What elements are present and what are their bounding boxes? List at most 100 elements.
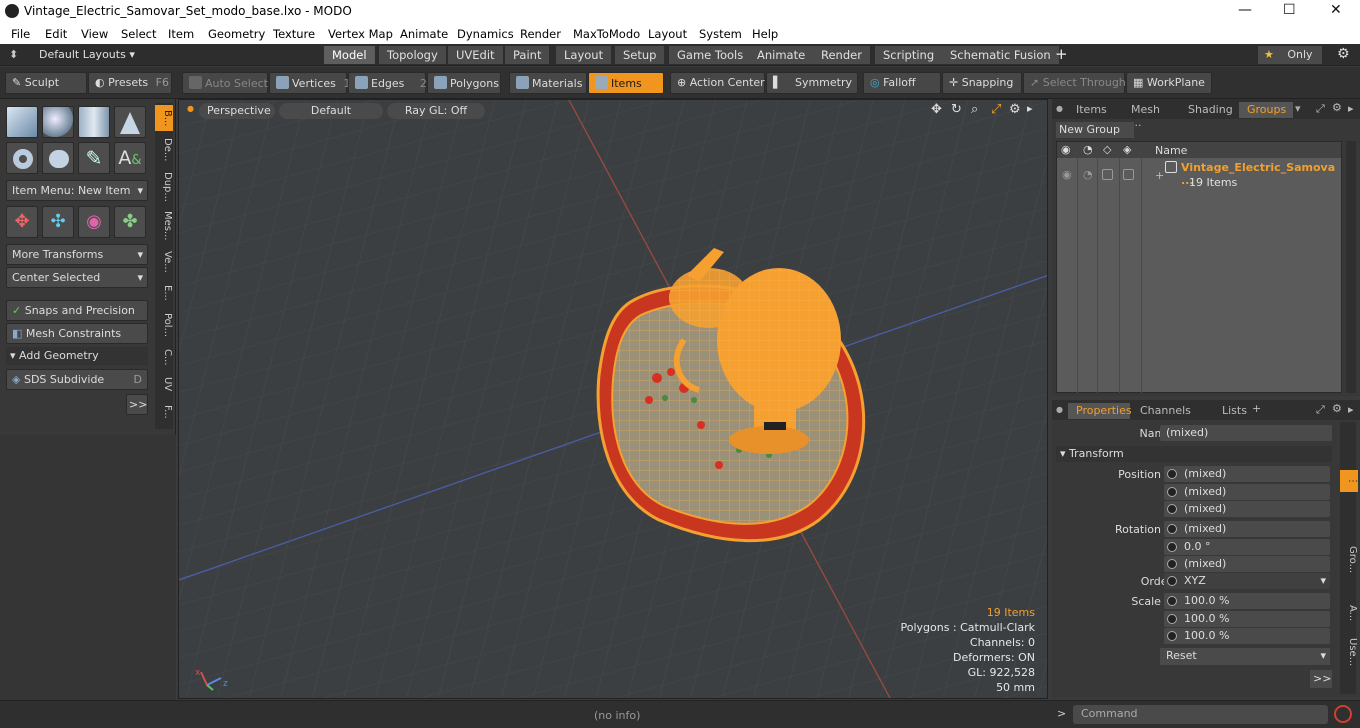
raygl-toggle[interactable]: Ray GL: Off (387, 103, 485, 119)
sds-subdivide-button[interactable]: ◈ SDS Subdivide D (6, 369, 148, 390)
vtab-uv[interactable]: UV (155, 373, 173, 395)
tab-groups[interactable]: Groups (1239, 102, 1293, 118)
transform-section[interactable]: ▾ Transform (1056, 446, 1332, 462)
menu-view[interactable]: View (81, 27, 108, 41)
default-style-dropdown[interactable]: Default (279, 103, 383, 119)
vtab-polygon[interactable]: Pol... (155, 309, 173, 341)
order-dropdown[interactable]: XYZ ▾ (1164, 573, 1330, 589)
rotate-view-icon[interactable]: ↻ (951, 102, 962, 117)
materials-button[interactable]: Materials (509, 72, 587, 94)
more-tools-button[interactable]: >> (126, 394, 148, 415)
command-input[interactable]: Command (1073, 705, 1328, 724)
menu-file[interactable]: File (11, 27, 30, 41)
fit-view-icon[interactable]: ⤢ (991, 102, 1001, 117)
menu-maxtomodo[interactable]: MaxToModo (573, 27, 640, 41)
symmetry-button[interactable]: ▌ Symmetry (766, 72, 858, 94)
tab-uvedit[interactable]: UVEdit (448, 46, 504, 64)
item-menu-dropdown[interactable]: Item Menu: New Item ▾ (6, 180, 148, 201)
render-toggle-icon[interactable]: ◔ (1083, 168, 1093, 181)
cube-tool-icon[interactable] (6, 106, 38, 138)
scale-y-field[interactable]: 100.0 % (1164, 611, 1330, 627)
vertices-button[interactable]: Vertices 1 (269, 72, 350, 94)
menu-layout[interactable]: Layout (648, 27, 687, 41)
presets-button[interactable]: ◐ Presets F6 (88, 72, 172, 94)
default-layouts-dropdown[interactable]: Default Layouts ▾ (39, 48, 135, 61)
rotation-x-field[interactable]: (mixed) (1164, 521, 1330, 537)
scale-z-field[interactable]: 100.0 % (1164, 628, 1330, 644)
menu-help[interactable]: Help (752, 27, 778, 41)
scale-tool-icon[interactable]: ◉ (78, 206, 110, 238)
vtab-duplicate[interactable]: Dup... (155, 169, 173, 205)
select-toggle-icon[interactable] (1123, 169, 1134, 180)
props-menu-dot[interactable]: ● (1056, 405, 1063, 414)
pen-tool-icon[interactable]: ✎ (78, 142, 110, 174)
side-tab-a[interactable]: A... (1340, 600, 1358, 626)
tab-channels[interactable]: Channels (1132, 403, 1191, 419)
tab-model[interactable]: Model (324, 46, 376, 64)
position-z-field[interactable]: (mixed) (1164, 501, 1330, 517)
add-geometry-section[interactable]: ▾ Add Geometry (6, 347, 148, 365)
cylinder-tool-icon[interactable] (78, 106, 110, 138)
only-toggle[interactable]: ★ Only (1258, 46, 1322, 64)
transform-tool-icon[interactable]: ✤ (114, 206, 146, 238)
side-tab-user[interactable]: Use... (1340, 632, 1358, 672)
tab-topology[interactable]: Topology (379, 46, 447, 64)
center-selected-dropdown[interactable]: Center Selected ▾ (6, 267, 148, 288)
name-field[interactable]: (mixed) (1160, 425, 1332, 441)
gear-icon[interactable]: ⚙ (1337, 46, 1350, 62)
minimize-button[interactable]: — (1238, 2, 1252, 18)
menu-dynamics[interactable]: Dynamics (457, 27, 514, 41)
viewport-menu-dot[interactable]: ● (187, 104, 194, 113)
vtab-edge[interactable]: E... (155, 281, 173, 305)
layouts-icon[interactable]: ⬍ (9, 48, 18, 61)
capsule-tool-icon[interactable] (42, 142, 74, 174)
tab-scripting[interactable]: Scripting (875, 46, 944, 64)
tab-mesh[interactable]: Mesh ... (1123, 102, 1179, 129)
tab-layout[interactable]: Layout (556, 46, 613, 64)
panel-gear-icon[interactable]: ⚙ (1332, 101, 1342, 114)
snapping-button[interactable]: ✛ Snapping (942, 72, 1022, 94)
more-transforms-dropdown[interactable]: More Transforms ▾ (6, 244, 148, 265)
panel-menu-dot[interactable]: ● (1056, 104, 1063, 113)
props-more-button[interactable]: >> (1310, 670, 1332, 688)
rotate-tool-icon[interactable]: ✣ (42, 206, 74, 238)
reset-dropdown[interactable]: Reset ▾ (1160, 648, 1330, 665)
tab-setup[interactable]: Setup (615, 46, 666, 64)
items-button[interactable]: Items (588, 72, 664, 94)
vtab-vertex[interactable]: Ve... (155, 248, 173, 276)
snaps-precision-button[interactable]: ✓ Snaps and Precision (6, 300, 148, 321)
panel-more-icon[interactable]: ▸ (1348, 102, 1354, 115)
select-through-button[interactable]: ➚ Select Through (1023, 72, 1126, 94)
group-row[interactable]: ◉ ◔ + Vintage_Electric_Samova ... 19 Ite… (1057, 159, 1341, 191)
props-more-icon[interactable]: ▸ (1348, 403, 1354, 416)
rotation-z-field[interactable]: (mixed) (1164, 556, 1330, 572)
perspective-dropdown[interactable]: Perspective (199, 103, 275, 119)
sphere-tool-icon[interactable] (42, 106, 74, 138)
vtab-curve[interactable]: C... (155, 345, 173, 369)
side-tab-active[interactable]: ⋮ (1340, 470, 1358, 492)
torus-tool-icon[interactable] (6, 142, 38, 174)
expand-plus-icon[interactable]: + (1155, 169, 1164, 182)
mesh-constraints-button[interactable]: ◧ Mesh Constraints (6, 323, 148, 344)
cone-tool-icon[interactable] (114, 106, 146, 138)
vtab-fusion[interactable]: F... (155, 399, 173, 425)
pan-icon[interactable]: ✥ (931, 102, 942, 117)
record-macro-icon[interactable] (1334, 705, 1352, 723)
tab-items[interactable]: Items (1068, 102, 1122, 118)
close-button[interactable]: ✕ (1330, 2, 1342, 18)
tab-render[interactable]: Render (813, 46, 871, 64)
falloff-button[interactable]: ◎ Falloff (863, 72, 941, 94)
vtab-mesh[interactable]: Mes... (155, 209, 173, 243)
menu-geometry[interactable]: Geometry (208, 27, 265, 41)
tab-animate[interactable]: Animate (749, 46, 815, 64)
move-tool-icon[interactable]: ✥ (6, 206, 38, 238)
panel-expand-icon[interactable]: ⤢ (1316, 102, 1325, 116)
add-tab-button[interactable]: + (1055, 45, 1068, 63)
menu-system[interactable]: System (699, 27, 742, 41)
visibility-eye-icon[interactable]: ◉ (1062, 168, 1072, 181)
tabs-dropdown-icon[interactable]: ▾ (1295, 102, 1301, 115)
edges-button[interactable]: Edges 2 (348, 72, 427, 94)
text-tool-icon[interactable]: A& (114, 142, 146, 174)
new-group-button[interactable]: New Group (1056, 122, 1134, 138)
viewport-expand-icon[interactable]: ▸ (1027, 102, 1033, 115)
